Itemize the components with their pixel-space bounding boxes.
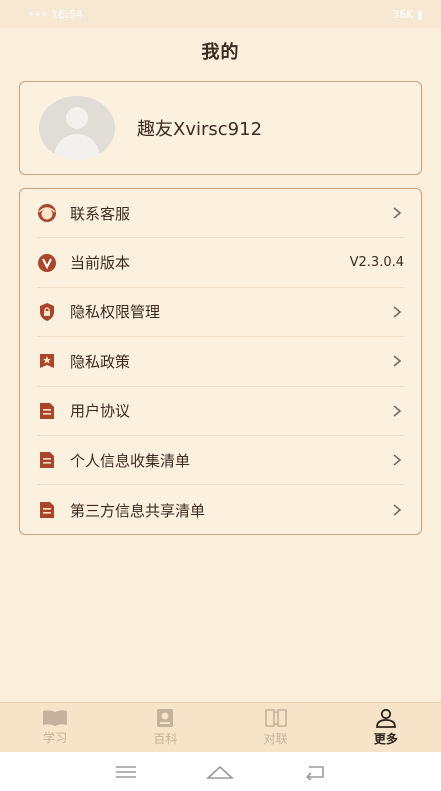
menu-item-privacy-policy[interactable]: 隐私政策 bbox=[37, 337, 404, 387]
avatar[interactable] bbox=[39, 96, 115, 160]
document-icon bbox=[37, 450, 57, 470]
menu-label: 第三方信息共享清单 bbox=[70, 501, 206, 520]
chevron-right-icon bbox=[393, 306, 402, 318]
profile-card[interactable]: 趣友Xvirsc912 bbox=[19, 81, 422, 175]
shield-icon bbox=[37, 302, 57, 322]
document-icon bbox=[37, 500, 57, 520]
status-right: 36K ▮ bbox=[392, 8, 423, 21]
menu-item-third-party-sharing[interactable]: 第三方信息共享清单 bbox=[37, 485, 404, 534]
tab-couplet[interactable]: 对联 bbox=[221, 703, 331, 752]
tab-label: 对联 bbox=[263, 732, 288, 746]
version-value: V2.3.0.4 bbox=[349, 255, 404, 271]
chevron-right-icon bbox=[393, 355, 402, 367]
tab-encyclopedia[interactable]: 百科 bbox=[110, 703, 220, 752]
couplet-icon bbox=[264, 709, 287, 727]
menu-label: 隐私政策 bbox=[70, 352, 131, 371]
chevron-right-icon bbox=[393, 504, 402, 516]
chevron-right-icon bbox=[393, 405, 402, 417]
document-icon bbox=[37, 401, 57, 421]
menu-item-customer-service[interactable]: 联系客服 bbox=[37, 189, 404, 239]
status-time: ••• 16:54 bbox=[28, 7, 83, 21]
chevron-right-icon bbox=[393, 207, 402, 219]
chevron-right-icon bbox=[393, 454, 402, 466]
tab-label: 学习 bbox=[43, 731, 68, 745]
version-icon bbox=[37, 253, 57, 273]
avatar-head bbox=[66, 107, 88, 129]
home-icon[interactable] bbox=[205, 763, 235, 781]
tab-label: 更多 bbox=[373, 732, 398, 746]
status-bar: ••• 16:54 36K ▮ bbox=[0, 0, 441, 28]
encyclopedia-icon bbox=[157, 709, 174, 727]
menu-item-privacy-permissions[interactable]: 隐私权限管理 bbox=[37, 288, 404, 338]
book-icon bbox=[43, 710, 68, 726]
tab-study[interactable]: 学习 bbox=[0, 703, 110, 752]
menu-label: 隐私权限管理 bbox=[70, 303, 161, 322]
page-title: 我的 bbox=[201, 42, 240, 63]
customer-service-icon bbox=[37, 203, 57, 223]
avatar-body bbox=[54, 134, 100, 160]
status-indicators: 36K ▮ bbox=[392, 7, 423, 21]
tab-label: 百科 bbox=[153, 732, 178, 746]
menu-label: 个人信息收集清单 bbox=[70, 451, 191, 470]
star-badge-icon bbox=[37, 351, 57, 371]
username: 趣友Xvirsc912 bbox=[137, 119, 263, 140]
menu-label: 用户协议 bbox=[70, 402, 131, 421]
menu-item-version[interactable]: 当前版本 V2.3.0.4 bbox=[37, 238, 404, 288]
status-left: ••• 16:54 bbox=[28, 8, 83, 21]
back-icon[interactable] bbox=[303, 764, 327, 780]
menu-card: 联系客服 当前版本 V2.3.0.4 隐私权限管理 隐私政策 用户协议 个人信息… bbox=[19, 188, 422, 535]
bottom-tab-bar: 学习 百科 对联 更多 bbox=[0, 702, 441, 752]
system-navigation-bar bbox=[0, 752, 441, 791]
menu-item-user-agreement[interactable]: 用户协议 bbox=[37, 387, 404, 436]
person-icon bbox=[375, 708, 396, 728]
tab-more[interactable]: 更多 bbox=[331, 703, 441, 752]
menu-item-personal-info-list[interactable]: 个人信息收集清单 bbox=[37, 436, 404, 486]
menu-icon[interactable] bbox=[114, 764, 138, 780]
menu-label: 当前版本 bbox=[70, 254, 131, 273]
menu-label: 联系客服 bbox=[70, 204, 131, 223]
